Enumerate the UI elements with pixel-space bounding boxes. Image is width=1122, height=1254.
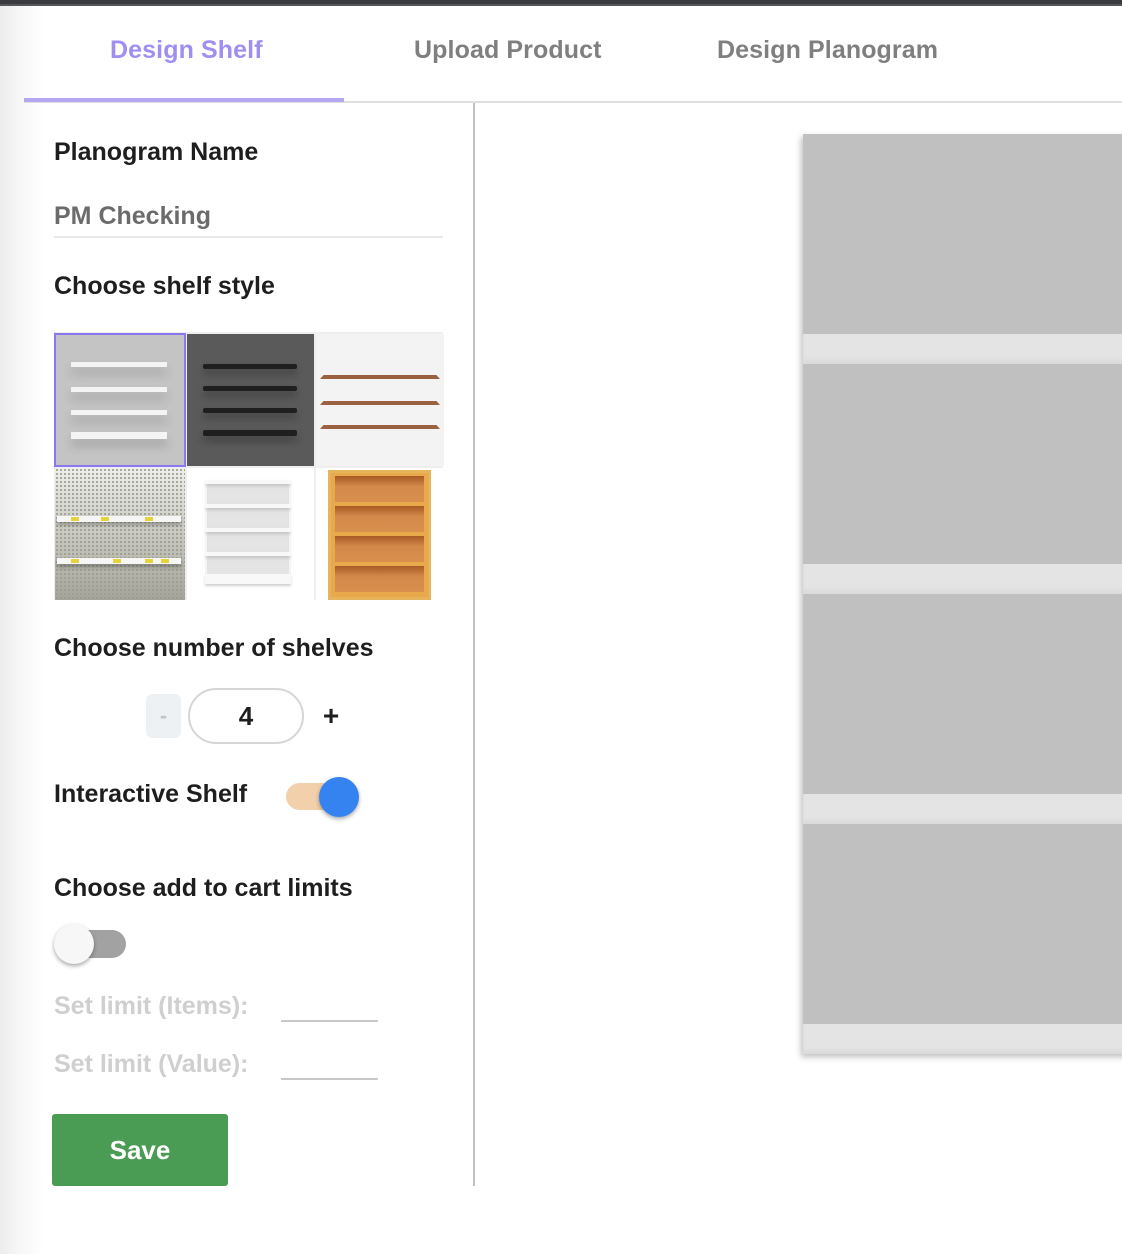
- bookcase-cell: [335, 506, 424, 532]
- shelf-line: [203, 430, 297, 436]
- planogram-name-label: Planogram Name: [54, 138, 259, 166]
- bookcase-frame: [328, 470, 431, 600]
- price-tag: [161, 559, 169, 563]
- shelf-line: [203, 364, 297, 369]
- shelf-line: [71, 432, 167, 439]
- shelf-bay[interactable]: [803, 824, 1122, 1024]
- tab-bar: Design Shelf Upload Product Design Plano…: [24, 6, 1122, 103]
- cart-limits-label: Choose add to cart limits: [54, 874, 353, 902]
- limit-items-label: Set limit (Items):: [54, 992, 249, 1020]
- shelf-board: [803, 794, 1122, 824]
- shelf-line: [71, 362, 167, 367]
- shelf-line: [320, 425, 440, 429]
- shelf-line: [205, 504, 291, 508]
- limit-value-input[interactable]: [281, 1050, 378, 1080]
- shelf-base: [205, 574, 291, 584]
- decrement-shelves-button[interactable]: -: [146, 694, 181, 738]
- left-edge-shadow: [0, 6, 44, 1254]
- gondola-frame: [205, 480, 291, 586]
- shelf-bay[interactable]: [803, 594, 1122, 794]
- shelf-style-black-wall[interactable]: [187, 334, 314, 466]
- shelf-line: [205, 552, 291, 556]
- shelf-line: [205, 528, 291, 532]
- price-tag: [145, 559, 153, 563]
- planogram-name-input[interactable]: [54, 196, 443, 238]
- shelf-bay[interactable]: [803, 364, 1122, 564]
- shelf-board: [803, 564, 1122, 594]
- active-tab-indicator: [24, 98, 344, 102]
- interactive-shelf-toggle[interactable]: [286, 776, 360, 818]
- tab-design-shelf[interactable]: Design Shelf: [110, 36, 263, 65]
- shelf-style-wooden-bookcase[interactable]: [316, 468, 444, 600]
- increment-shelves-button[interactable]: +: [318, 698, 344, 734]
- shelf-style-label: Choose shelf style: [54, 272, 275, 300]
- shelf-preview: [803, 134, 1122, 1054]
- shelf-style-white-wall[interactable]: [54, 333, 186, 467]
- interactive-shelf-label: Interactive Shelf: [54, 780, 248, 808]
- cart-limits-toggle[interactable]: [54, 922, 128, 966]
- shelf-line: [320, 375, 440, 379]
- shelf-line: [203, 386, 297, 391]
- shelf-board: [803, 334, 1122, 364]
- toggle-knob: [54, 924, 94, 964]
- price-tag: [71, 559, 79, 563]
- price-tag: [101, 517, 109, 521]
- shelf-count-input[interactable]: [188, 688, 304, 744]
- price-tag: [145, 517, 153, 521]
- panel-divider: [473, 103, 475, 1186]
- shelf-line: [320, 401, 440, 405]
- shelf-line: [71, 410, 167, 415]
- price-tag: [71, 517, 79, 521]
- shelf-style-wooden-floating[interactable]: [316, 334, 444, 466]
- shelf-line: [203, 408, 297, 413]
- tab-upload-product[interactable]: Upload Product: [414, 36, 602, 65]
- price-tag: [113, 559, 121, 563]
- bookcase-cell: [335, 566, 424, 592]
- shelf-style-pegboard[interactable]: [55, 468, 185, 600]
- shelf-style-grid: [54, 332, 444, 600]
- save-button[interactable]: Save: [52, 1114, 228, 1186]
- num-shelves-label: Choose number of shelves: [54, 634, 374, 662]
- toggle-knob: [319, 777, 359, 817]
- shelf-board: [803, 1024, 1122, 1054]
- shelf-bay[interactable]: [803, 134, 1122, 334]
- bookcase-cell: [335, 476, 424, 502]
- tab-design-planogram[interactable]: Design Planogram: [717, 36, 938, 65]
- shelf-style-white-gondola[interactable]: [187, 468, 314, 600]
- shelf-line: [205, 480, 291, 484]
- bookcase-cell: [335, 536, 424, 562]
- limit-items-input[interactable]: [281, 992, 378, 1022]
- shelf-line: [71, 387, 167, 392]
- limit-value-label: Set limit (Value):: [54, 1050, 249, 1078]
